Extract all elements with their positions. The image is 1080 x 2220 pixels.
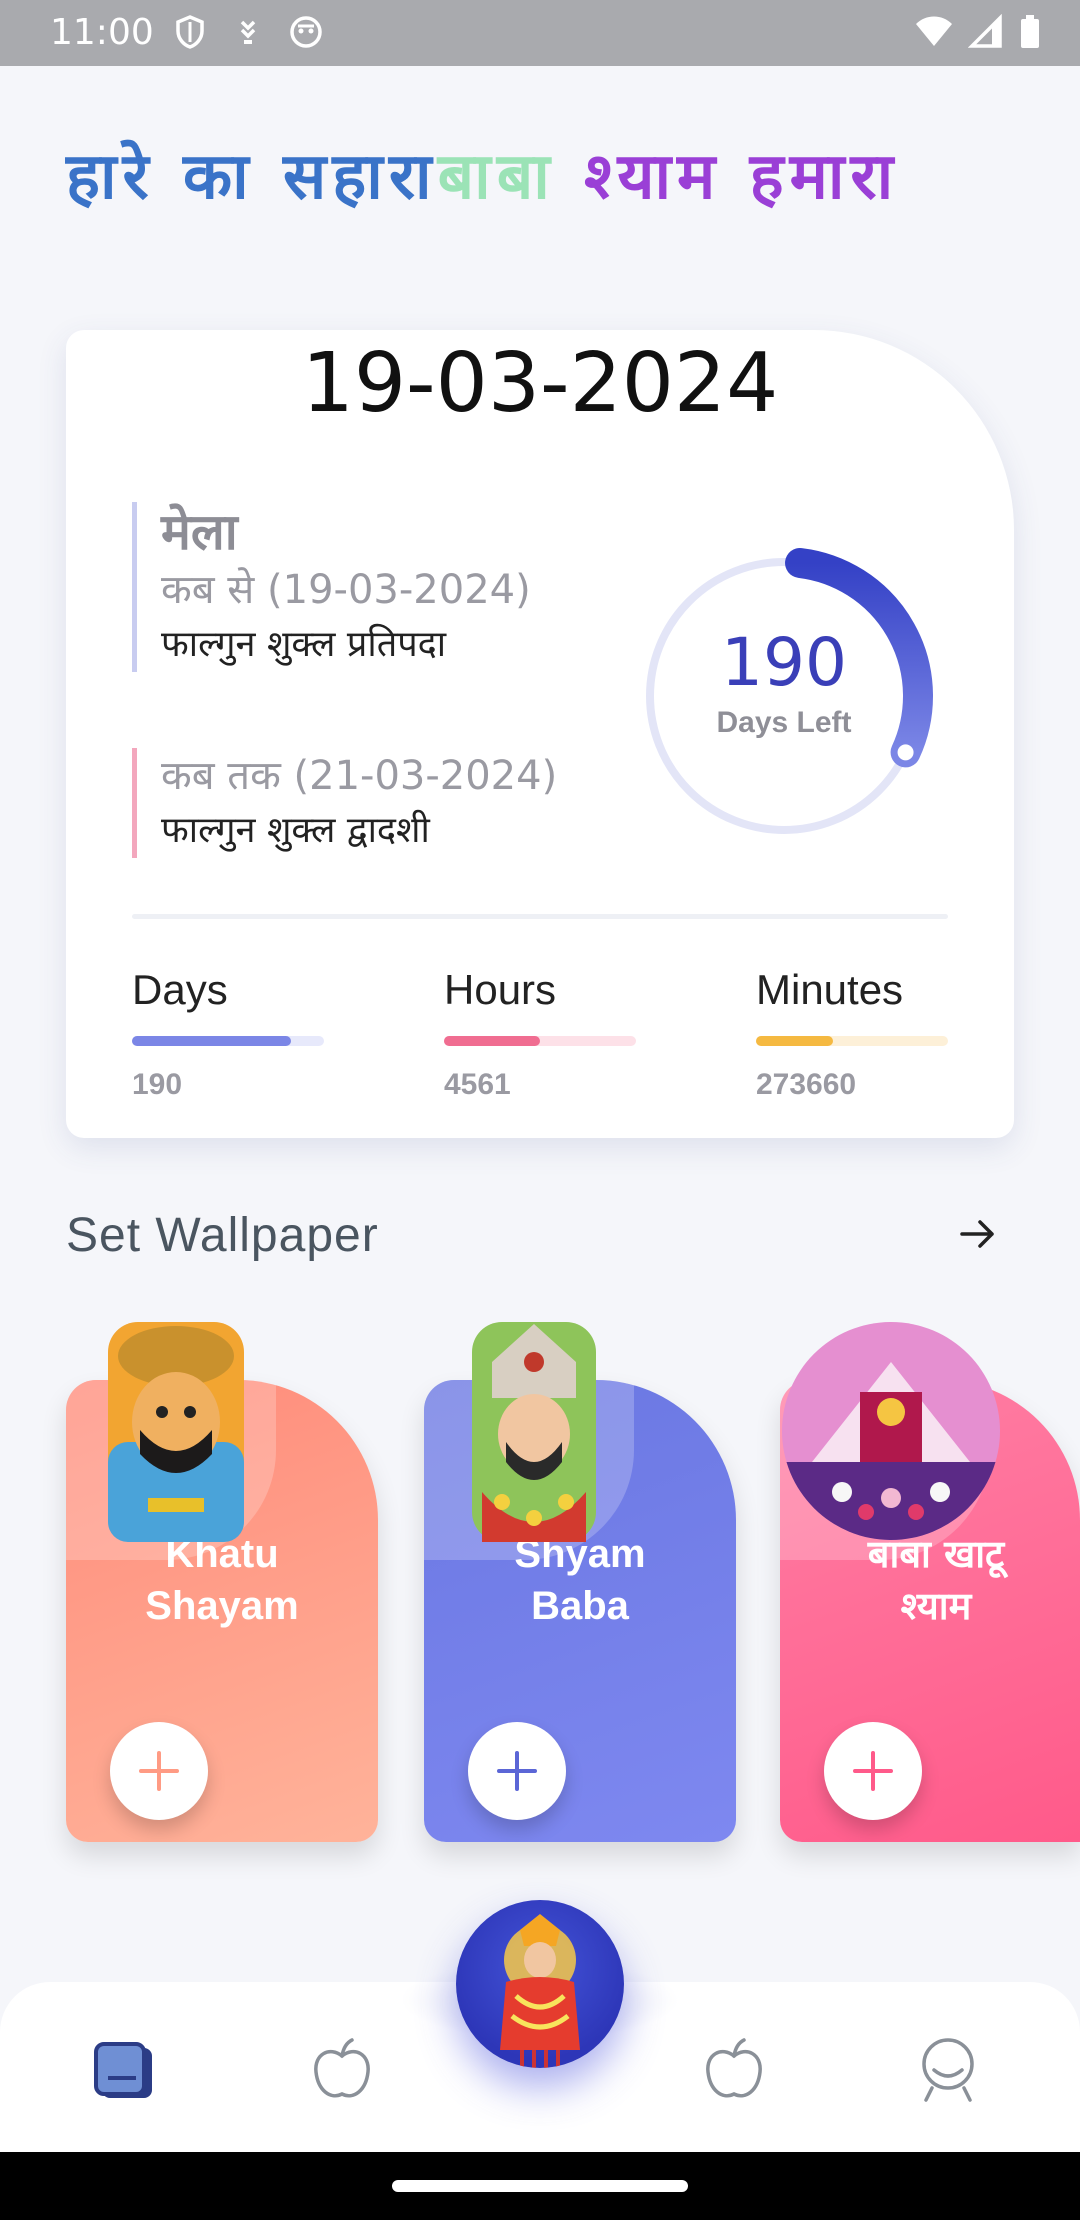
stat-label: Days bbox=[132, 966, 228, 1013]
center-deity-button[interactable] bbox=[456, 1900, 624, 2068]
shield-icon bbox=[176, 15, 204, 49]
stat-label: Hours bbox=[444, 966, 557, 1013]
wallpaper-thumbnail-image[interactable] bbox=[782, 1322, 1000, 1540]
event-title: मेला bbox=[161, 503, 238, 561]
plus-icon bbox=[139, 1751, 179, 1791]
wallpaper-name: Khatu Shayam bbox=[66, 1528, 378, 1632]
wallpaper-thumbnail-image[interactable] bbox=[108, 1322, 244, 1542]
wallpaper-name-line2: Shayam bbox=[145, 1584, 299, 1628]
ring-end-dot bbox=[897, 744, 914, 761]
event-from-block: मेला कब से (19-03-2024) फाल्गुन शुक्ल प्… bbox=[132, 502, 531, 672]
home-indicator-pill[interactable] bbox=[392, 2180, 688, 2192]
title-part-2: बाबा bbox=[437, 140, 556, 214]
page-title: हारे का सहाराबाबा श्याम हमारा bbox=[66, 130, 899, 217]
add-wallpaper-button[interactable] bbox=[468, 1722, 566, 1820]
card-divider bbox=[132, 914, 948, 919]
event-from-tithi: फाल्गुन शुक्ल प्रतिपदा bbox=[161, 624, 447, 665]
status-bar: 11:00 bbox=[0, 0, 1080, 66]
title-part-1: हारे का सहारा bbox=[66, 140, 438, 214]
wifi-icon bbox=[916, 16, 952, 46]
center-deity-icon bbox=[500, 1914, 580, 2068]
add-wallpaper-button[interactable] bbox=[824, 1722, 922, 1820]
apple-icon[interactable] bbox=[698, 2034, 770, 2106]
stat-value: 273660 bbox=[756, 1068, 857, 1101]
event-to-tithi: फाल्गुन शुक्ल द्वादशी bbox=[161, 810, 430, 851]
profile-icon[interactable] bbox=[912, 2034, 984, 2106]
stat-minutes: Minutes 273660 bbox=[756, 966, 948, 1102]
stat-days: Days 190 bbox=[132, 966, 324, 1102]
stat-label: Minutes bbox=[756, 966, 904, 1013]
wallpaper-name-line2: Baba bbox=[531, 1584, 629, 1628]
title-part-3: श्याम हमारा bbox=[555, 140, 900, 214]
arrow-right-icon[interactable] bbox=[958, 1214, 998, 1254]
wallpaper-name: बाबा खाटू श्याम bbox=[780, 1528, 1080, 1632]
android-icon bbox=[290, 16, 322, 48]
stat-hours: Hours 4561 bbox=[444, 966, 636, 1102]
stat-bar-fill bbox=[132, 1036, 292, 1046]
stat-bar bbox=[444, 1036, 636, 1046]
section-title-wallpaper: Set Wallpaper bbox=[66, 1209, 379, 1262]
countdown-card: 19-03-2024 मेला कब से (19-03-2024) फाल्ग… bbox=[66, 330, 1014, 1138]
stat-bar-fill bbox=[444, 1036, 540, 1046]
book-icon[interactable] bbox=[92, 2034, 164, 2106]
stat-bar-fill bbox=[756, 1036, 833, 1046]
days-left-label: Days Left bbox=[716, 706, 852, 739]
event-to-block: कब तक (21-03-2024) फाल्गुन शुक्ल द्वादशी bbox=[132, 748, 557, 858]
event-date: 19-03-2024 bbox=[301, 336, 779, 431]
stat-value: 190 bbox=[132, 1068, 183, 1101]
days-left-value: 190 bbox=[721, 624, 847, 701]
event-from-label: कब से (19-03-2024) bbox=[161, 567, 531, 613]
signal-icon bbox=[968, 14, 1002, 48]
stat-bar bbox=[756, 1036, 948, 1046]
event-to-label: कब तक (21-03-2024) bbox=[161, 753, 558, 799]
plus-icon bbox=[853, 1751, 893, 1791]
wallpaper-name-line2: श्याम bbox=[900, 1584, 972, 1628]
wallpaper-name: Shyam Baba bbox=[424, 1528, 736, 1632]
days-left-ring: 190 Days Left bbox=[614, 526, 954, 866]
stat-bar bbox=[132, 1036, 324, 1046]
status-time: 11:00 bbox=[50, 12, 154, 53]
battery-icon bbox=[1021, 15, 1039, 48]
wallpaper-thumbnail-image[interactable] bbox=[472, 1322, 596, 1542]
plus-icon bbox=[497, 1751, 537, 1791]
apple-icon[interactable] bbox=[306, 2034, 378, 2106]
stat-value: 4561 bbox=[444, 1068, 511, 1101]
add-wallpaper-button[interactable] bbox=[110, 1722, 208, 1820]
download-icon bbox=[240, 20, 256, 44]
